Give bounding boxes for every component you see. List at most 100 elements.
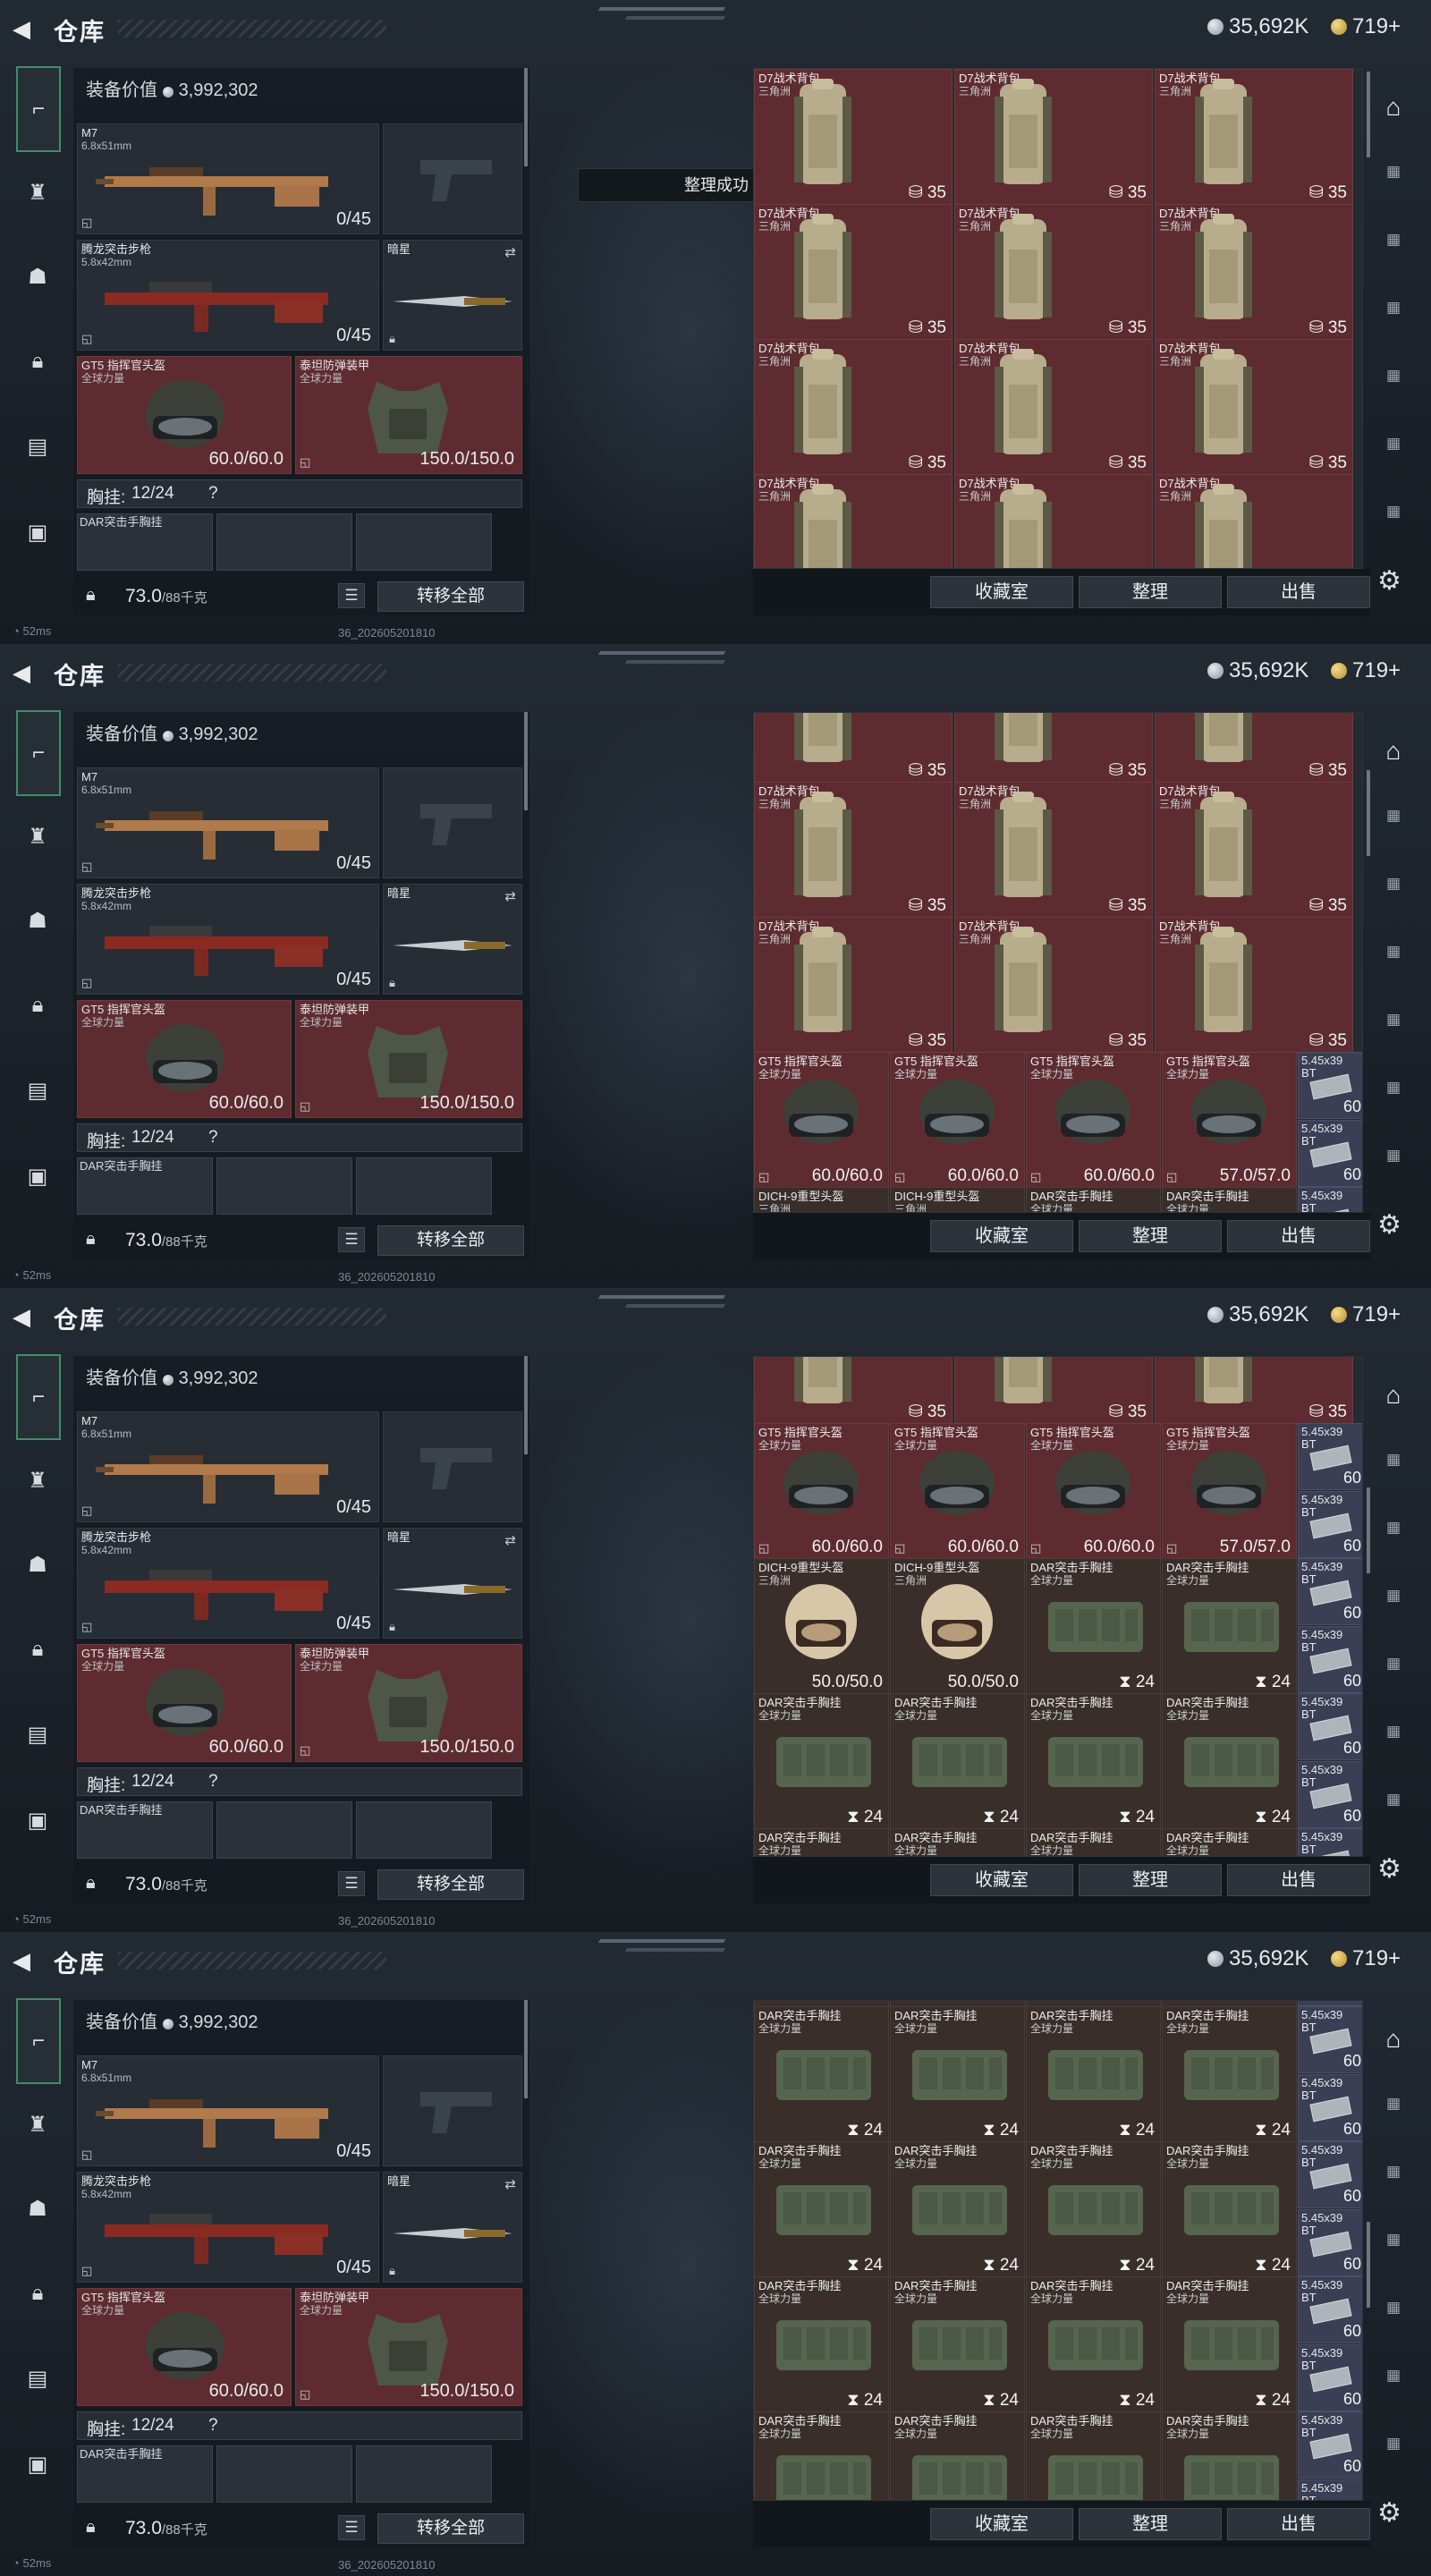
tab-lock[interactable]: 🔒︎ xyxy=(18,342,57,381)
backpack-item[interactable]: D7战术背包三角洲⛁ 35 xyxy=(954,1357,1153,1425)
ammo-item[interactable]: 5.45x39BT60 xyxy=(1298,1052,1362,1119)
heavy-helmet-item[interactable]: DICH-9重型头盔三角洲50.0/50.0 xyxy=(754,1558,889,1695)
backpack-item[interactable]: D7战术背包三角洲⛁ 35 xyxy=(954,474,1153,568)
ammo-item[interactable]: 5.45x39BT60 xyxy=(1298,1423,1362,1490)
heavy-helmet-item[interactable]: DICH-9重型头盔三角洲50.0/50.0 xyxy=(890,1558,1025,1695)
rig-slot[interactable] xyxy=(216,1157,352,1215)
chest-rig-item[interactable]: DAR突击手胸挂全球力量⧗ 24 xyxy=(1162,1558,1297,1695)
ammo-item[interactable]: 5.45x39BT60 xyxy=(1298,2276,1362,2343)
sell-button[interactable]: 出售 xyxy=(1227,1864,1370,1896)
chest-rig-item[interactable]: DAR突击手胸挂全球力量⧗ 24 xyxy=(754,2006,889,2143)
chest-rig-item[interactable]: DAR突击手胸挂全球力量⧗ 24 xyxy=(1162,1187,1297,1212)
pistol-slot[interactable] xyxy=(383,1411,522,1522)
primary-weapon-slot[interactable]: M7 6.8x51mm ◱ 0/45 xyxy=(77,2055,379,2166)
ammo-item[interactable]: 5.45x39BT60 xyxy=(1298,1828,1362,1856)
rig-slot[interactable] xyxy=(356,1801,492,1859)
backpack-item[interactable]: D7战术背包三角洲⛁ 35 xyxy=(954,69,1153,206)
secondary-weapon-slot[interactable]: 腾龙突击步枪 5.8x42mm ◱ 0/45 xyxy=(77,884,379,995)
chest-rig-item[interactable]: DAR突击手胸挂全球力量⧗ 24 xyxy=(754,2141,889,2278)
tab-storage-3[interactable]: ▦ xyxy=(1376,222,1411,258)
back-arrow-icon[interactable]: ◀ xyxy=(13,1948,36,1973)
helmet-item[interactable]: GT5 指挥官头盔 全球力量 ◱ 60.0/60.0 xyxy=(890,1423,1025,1560)
backpack-item[interactable]: D7战术背包三角洲⛁ 35 xyxy=(1155,339,1353,476)
sell-button[interactable]: 出售 xyxy=(1227,2508,1370,2540)
ammo-item[interactable]: 5.45x39BT60 xyxy=(1298,2209,1362,2276)
helmet-item[interactable]: GT5 指挥官头盔 全球力量 ◱ 60.0/60.0 xyxy=(754,1052,889,1189)
rig-slot[interactable] xyxy=(356,2445,492,2503)
help-icon[interactable]: ? xyxy=(208,1772,218,1792)
chest-rig-item[interactable]: DAR突击手胸挂全球力量⧗ 24 xyxy=(754,1828,889,1856)
chest-rig-item[interactable]: DAR突击手胸挂全球力量⧗ 24 xyxy=(1026,2411,1161,2500)
storage-scrollbar[interactable] xyxy=(1367,72,1370,157)
collection-room-button[interactable]: 收藏室 xyxy=(930,1864,1073,1896)
tab-storage-3[interactable]: ▦ xyxy=(1376,866,1411,902)
tab-case[interactable]: ▣ xyxy=(18,2445,57,2485)
helmet-item[interactable]: GT5 指挥官头盔 全球力量 ◱ 57.0/57.0 xyxy=(1162,1052,1297,1189)
storage-scrollbar[interactable] xyxy=(1367,2222,1370,2308)
chest-rig-item[interactable]: DAR突击手胸挂全球力量⧗ 24 xyxy=(1026,2006,1161,2143)
tab-storage-4[interactable]: ▦ xyxy=(1376,934,1411,970)
tab-home-icon[interactable]: ⌂ xyxy=(1376,1377,1411,1413)
backpack-item[interactable]: D7战术背包三角洲⛁ 35 xyxy=(1155,1357,1353,1425)
backpack-item[interactable]: D7战术背包三角洲⛁ 35 xyxy=(1155,713,1353,784)
list-view-button[interactable]: ☰ xyxy=(338,1871,365,1896)
sell-button[interactable]: 出售 xyxy=(1227,576,1370,608)
helmet-slot[interactable]: GT5 指挥官头盔 全球力量 60.0/60.0 xyxy=(77,2288,292,2406)
chest-rig-item[interactable]: DAR突击手胸挂全球力量⧗ 24 xyxy=(1162,2141,1297,2278)
tab-storage-7[interactable]: ▦ xyxy=(1376,2426,1411,2462)
pistol-slot[interactable] xyxy=(383,767,522,878)
ammo-item[interactable]: 5.45x39BT60 xyxy=(1298,2074,1362,2141)
backpack-item[interactable]: D7战术背包三角洲⛁ 35 xyxy=(954,339,1153,476)
tab-weapons[interactable]: ⌐ xyxy=(16,1354,61,1440)
rig-slot[interactable] xyxy=(356,513,492,571)
helmet-item[interactable]: GT5 指挥官头盔 全球力量 ◱ 60.0/60.0 xyxy=(1026,1052,1161,1189)
gold-currency[interactable]: 719+ xyxy=(1331,1946,1401,1971)
ammo-item[interactable]: 5.45x39BT60 xyxy=(1298,1626,1362,1693)
chest-rig-item[interactable]: DAR突击手胸挂全球力量⧗ 24 xyxy=(1026,1187,1161,1212)
help-icon[interactable]: ? xyxy=(208,484,218,504)
swap-icon[interactable]: ⇄ xyxy=(504,1532,516,1548)
tab-storage-5[interactable]: ▦ xyxy=(1376,2290,1411,2326)
tab-armor[interactable]: ♜ xyxy=(18,2106,57,2145)
ammo-item[interactable]: 5.45x39BT60 xyxy=(1298,1120,1362,1187)
sell-button[interactable]: 出售 xyxy=(1227,1220,1370,1252)
tab-storage-2[interactable]: ▦ xyxy=(1376,1442,1411,1478)
tab-home-icon[interactable]: ⌂ xyxy=(1376,733,1411,769)
melee-slot[interactable]: 暗星 ⇄ 🔒︎ xyxy=(383,1528,522,1639)
rig-slot[interactable] xyxy=(216,2445,352,2503)
tab-weapons[interactable]: ⌐ xyxy=(16,1998,61,2084)
secondary-weapon-slot[interactable]: 腾龙突击步枪 5.8x42mm ◱ 0/45 xyxy=(77,2172,379,2283)
tab-armor[interactable]: ♜ xyxy=(18,174,57,213)
chest-rig-item[interactable]: DAR突击手胸挂全球力量⧗ 24 xyxy=(754,1693,889,1830)
helmet-item[interactable]: GT5 指挥官头盔 全球力量 ◱ 57.0/57.0 xyxy=(1162,1423,1297,1560)
tab-weapons[interactable]: ⌐ xyxy=(16,66,61,152)
organize-button[interactable]: 整理 xyxy=(1079,2508,1222,2540)
chest-rig-item[interactable]: DAR突击手胸挂全球力量⧗ 24 xyxy=(1162,1828,1297,1856)
transfer-all-button[interactable]: 转移全部 xyxy=(377,2513,524,2544)
helmet-item[interactable]: GT5 指挥官头盔 全球力量 ◱ 60.0/60.0 xyxy=(754,1423,889,1560)
swap-icon[interactable]: ⇄ xyxy=(504,888,516,904)
ammo-item[interactable]: 5.45x39BT60 xyxy=(1298,2006,1362,2073)
tab-storage-7[interactable]: ▦ xyxy=(1376,494,1411,530)
melee-slot[interactable]: 暗星 ⇄ 🔒︎ xyxy=(383,884,522,995)
tab-storage-6[interactable]: ▦ xyxy=(1376,2358,1411,2394)
helmet-item[interactable]: GT5 指挥官头盔 全球力量 ◱ 60.0/60.0 xyxy=(890,1052,1025,1189)
secondary-weapon-slot[interactable]: 腾龙突击步枪 5.8x42mm ◱ 0/45 xyxy=(77,1528,379,1639)
ammo-item[interactable]: 5.45x39BT60 xyxy=(1298,2141,1362,2208)
helmet-slot[interactable]: GT5 指挥官头盔 全球力量 60.0/60.0 xyxy=(77,356,292,474)
backpack-item[interactable]: D7战术背包三角洲⛁ 35 xyxy=(954,917,1153,1054)
chest-rig-item[interactable]: DAR突击手胸挂全球力量⧗ 24 xyxy=(1162,2006,1297,2143)
armor-slot[interactable]: 泰坦防弹装甲 全球力量 ◱ 150.0/150.0 xyxy=(295,2288,522,2406)
settings-gear-icon[interactable]: ⚙ xyxy=(1377,2497,1401,2529)
chest-rig-item[interactable]: DAR突击手胸挂全球力量⧗ 24 xyxy=(1026,1693,1161,1830)
ammo-item[interactable]: 5.45x39BT60 xyxy=(1298,1491,1362,1558)
tab-storage-5[interactable]: ▦ xyxy=(1376,1002,1411,1038)
backpack-item[interactable]: D7战术背包三角洲⛁ 35 xyxy=(954,782,1153,919)
tab-storage-6[interactable]: ▦ xyxy=(1376,426,1411,462)
backpack-item[interactable]: D7战术背包三角洲⛁ 35 xyxy=(1155,204,1353,341)
tab-storage-3[interactable]: ▦ xyxy=(1376,2154,1411,2190)
ammo-item[interactable]: 5.45x39BT60 xyxy=(1298,1187,1362,1212)
tab-storage-2[interactable]: ▦ xyxy=(1376,154,1411,190)
help-icon[interactable]: ? xyxy=(208,1128,218,1148)
equipment-scrollbar[interactable] xyxy=(524,712,528,810)
